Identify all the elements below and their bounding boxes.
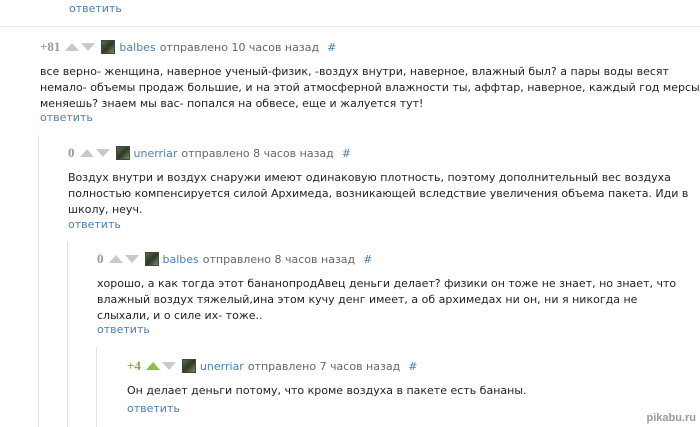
timestamp: отправлено 8 часов назад: [181, 146, 334, 160]
avatar[interactable]: [115, 146, 130, 160]
comment-header: 0 balbes отправлено 8 часов назад #: [97, 251, 676, 267]
comment-4: +4 unerriar отправлено 7 часов назад # О…: [127, 358, 527, 399]
comment-line: все верно- женщина, наверное ученый-физи…: [40, 65, 669, 78]
comment-line: хорошо, а как тогда этот бананопродАвец …: [97, 277, 677, 290]
separator: [0, 26, 700, 27]
upvote-icon[interactable]: [108, 255, 123, 263]
comment-line: Он делает деньги потому, что кроме возду…: [127, 384, 527, 397]
permalink[interactable]: #: [327, 41, 336, 54]
comment-line: меняешь? знаем мы вас- попался на обвесе…: [40, 97, 424, 110]
comment-body: хорошо, а как тогда этот бананопродАвец …: [97, 276, 676, 324]
thread-line-2: [67, 242, 68, 427]
comment-line: слыхали, и о силе их- тоже..: [97, 309, 263, 322]
comment-header: 0 unerriar отправлено 8 часов назад #: [68, 145, 688, 161]
comment-line: школу, неуч.: [68, 203, 143, 216]
comment-line: полностью компенсируется силой Архимеда,…: [68, 187, 689, 200]
reply-link[interactable]: ответить: [97, 323, 150, 336]
downvote-icon[interactable]: [81, 43, 96, 51]
downvote-icon[interactable]: [95, 149, 110, 157]
permalink[interactable]: #: [342, 147, 351, 160]
comment-3: 0 balbes отправлено 8 часов назад # хоро…: [97, 251, 676, 324]
comment-line: Воздух внутри и воздух снаружи имеют оди…: [68, 171, 671, 184]
comment-body: Он делает деньги потому, что кроме возду…: [127, 383, 527, 399]
comment-header: +81 balbes отправлено 10 часов назад #: [40, 39, 700, 55]
comment-2: 0 unerriar отправлено 8 часов назад # Во…: [68, 145, 688, 218]
timestamp: отправлено 7 часов назад: [247, 359, 401, 373]
reply-link[interactable]: ответить: [127, 402, 180, 415]
rating: +81: [40, 39, 61, 54]
avatar[interactable]: [101, 40, 116, 54]
comment-header: +4 unerriar отправлено 7 часов назад #: [127, 358, 527, 374]
reply-link[interactable]: ответить: [68, 218, 121, 231]
permalink[interactable]: #: [408, 360, 417, 373]
downvote-icon[interactable]: [124, 255, 139, 263]
comment-body: Воздух внутри и воздух снаружи имеют оди…: [68, 170, 688, 218]
username[interactable]: balbes: [119, 41, 155, 54]
upvote-icon[interactable]: [145, 362, 160, 370]
rating: 0: [68, 145, 75, 160]
avatar[interactable]: [181, 359, 196, 373]
comment-line: немало- объемы продаж большие, и на этой…: [40, 81, 700, 94]
downvote-icon[interactable]: [161, 362, 176, 370]
comment-1: +81 balbes отправлено 10 часов назад # в…: [40, 39, 700, 112]
watermark: pikabu.ru: [646, 412, 696, 424]
rating: 0: [97, 251, 104, 266]
timestamp: отправлено 10 часов назад: [159, 40, 320, 54]
rating: +4: [127, 358, 141, 373]
timestamp: отправлено 8 часов назад: [202, 252, 356, 266]
upvote-icon[interactable]: [79, 149, 94, 157]
username[interactable]: unerriar: [134, 147, 178, 160]
permalink[interactable]: #: [363, 253, 372, 266]
username[interactable]: balbes: [163, 253, 199, 266]
thread-line-3: [96, 347, 97, 427]
reply-link[interactable]: ответить: [40, 111, 93, 124]
reply-link-top[interactable]: ответить: [69, 2, 122, 15]
comment-body: все верно- женщина, наверное ученый-физи…: [40, 64, 700, 112]
avatar[interactable]: [144, 252, 159, 266]
thread-line-1: [38, 135, 39, 427]
username[interactable]: unerriar: [200, 360, 244, 373]
comment-line: влажный воздух тяжелый,ина этом кучу ден…: [97, 293, 638, 306]
upvote-icon[interactable]: [65, 43, 80, 51]
